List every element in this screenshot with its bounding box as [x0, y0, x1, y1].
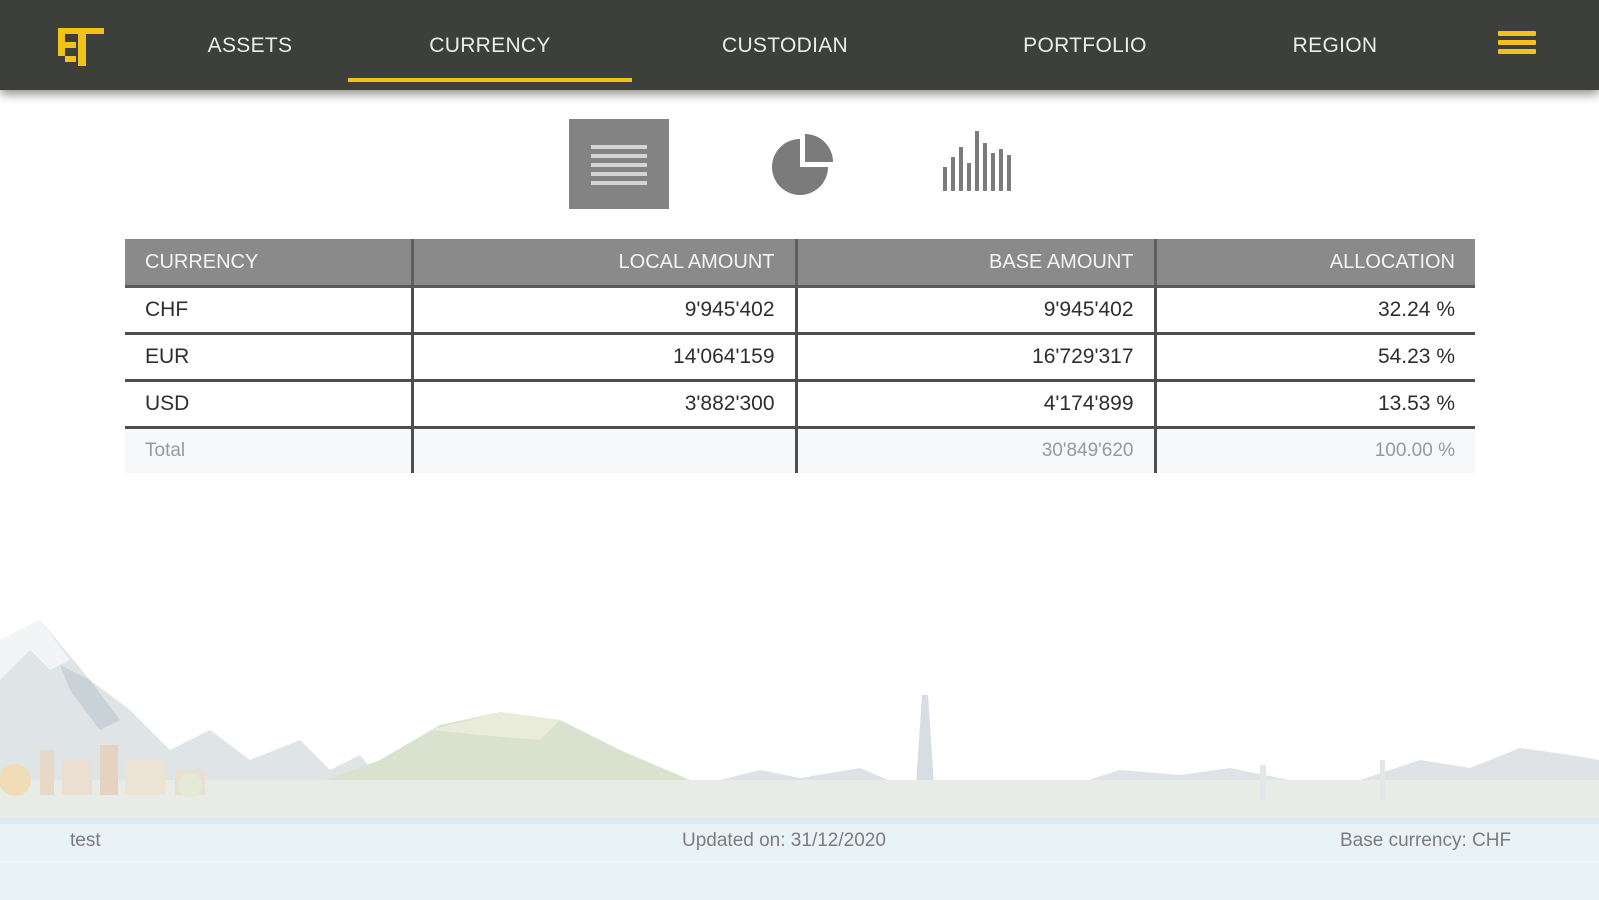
brand-logo[interactable] [56, 26, 106, 68]
column-header-base-amount[interactable]: BASE AMOUNT [794, 239, 1155, 288]
total-allocation: 100.00 % [1153, 427, 1475, 473]
top-navigation-bar: ASSETS CURRENCY CUSTODIAN PORTFOLIO REGI… [0, 0, 1599, 90]
page: ASSETS CURRENCY CUSTODIAN PORTFOLIO REGI… [0, 0, 1599, 900]
bar-chart-view-button[interactable] [929, 119, 1029, 209]
footer-user: test [70, 830, 101, 851]
column-header-currency[interactable]: CURRENCY [125, 239, 412, 288]
cell-allocation: 54.23 % [1153, 333, 1475, 382]
tab-region[interactable]: REGION [1280, 0, 1390, 90]
total-local-amount [410, 427, 796, 473]
landscape-illustration [0, 620, 1599, 900]
total-base-amount: 30'849'620 [794, 427, 1155, 473]
cell-base-amount: 16'729'317 [794, 333, 1155, 382]
cell-currency: CHF [125, 286, 412, 335]
hamburger-menu-icon[interactable] [1498, 31, 1536, 61]
tab-portfolio[interactable]: PORTFOLIO [1010, 0, 1160, 90]
tab-assets[interactable]: ASSETS [200, 0, 300, 90]
bar-chart-icon [943, 131, 1011, 191]
table-header-row: CURRENCY LOCAL AMOUNT BASE AMOUNT ALLOCA… [125, 239, 1475, 288]
total-label: Total [125, 427, 412, 473]
cell-base-amount: 9'945'402 [794, 286, 1155, 335]
table-total-row: Total 30'849'620 100.00 % [125, 427, 1475, 473]
cell-base-amount: 4'174'899 [794, 380, 1155, 429]
column-header-local-amount[interactable]: LOCAL AMOUNT [410, 239, 796, 288]
cell-local-amount: 14'064'159 [410, 333, 796, 382]
table-row[interactable]: EUR 14'064'159 16'729'317 54.23 % [125, 333, 1475, 382]
column-header-allocation[interactable]: ALLOCATION [1153, 239, 1475, 288]
pie-chart-icon [772, 134, 833, 195]
table-row[interactable]: USD 3'882'300 4'174'899 13.53 % [125, 380, 1475, 429]
table-view-button[interactable] [569, 119, 669, 209]
currency-table: CURRENCY LOCAL AMOUNT BASE AMOUNT ALLOCA… [125, 239, 1475, 473]
tab-custodian[interactable]: CUSTODIAN [700, 0, 870, 90]
footer-base-currency: Base currency: CHF [1340, 830, 1512, 851]
list-icon [591, 145, 647, 185]
cell-currency: EUR [125, 333, 412, 382]
cell-local-amount: 3'882'300 [410, 380, 796, 429]
pie-chart-view-button[interactable] [753, 119, 853, 209]
cell-currency: USD [125, 380, 412, 429]
tab-currency[interactable]: CURRENCY [348, 0, 632, 90]
cell-local-amount: 9'945'402 [410, 286, 796, 335]
table-row[interactable]: CHF 9'945'402 9'945'402 32.24 % [125, 286, 1475, 335]
cell-allocation: 32.24 % [1153, 286, 1475, 335]
cell-allocation: 13.53 % [1153, 380, 1475, 429]
footer-updated-date: Updated on: 31/12/2020 [682, 830, 886, 851]
